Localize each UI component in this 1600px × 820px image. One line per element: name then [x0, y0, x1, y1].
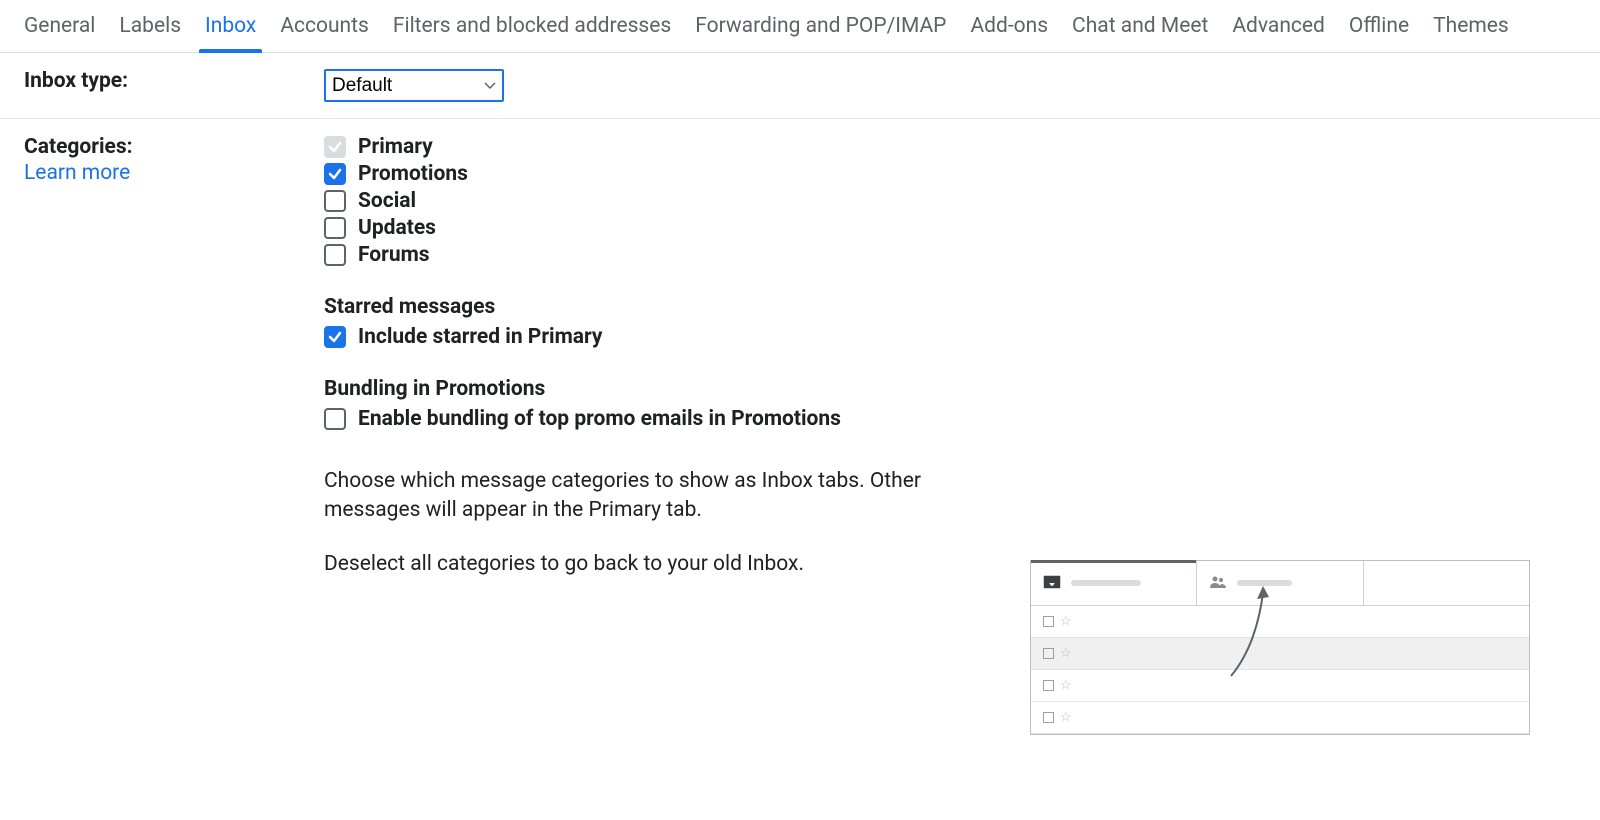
- category-label-updates: Updates: [358, 216, 436, 240]
- category-checkbox-promotions[interactable]: [324, 163, 346, 185]
- starred-messages-header: Starred messages: [324, 295, 1576, 319]
- bundling-label: Enable bundling of top promo emails in P…: [358, 407, 841, 431]
- categories-section: Categories: Learn more Primary Promotions…: [0, 119, 1600, 619]
- bundling-checkbox[interactable]: [324, 408, 346, 430]
- tab-chat-meet[interactable]: Chat and Meet: [1072, 0, 1208, 52]
- inbox-type-section: Inbox type: DefaultImportant firstUnread…: [0, 53, 1600, 119]
- people-icon: [1209, 571, 1227, 595]
- include-starred-checkbox[interactable]: [324, 326, 346, 348]
- settings-tabs: General Labels Inbox Accounts Filters an…: [0, 0, 1600, 53]
- tab-forwarding[interactable]: Forwarding and POP/IMAP: [695, 0, 946, 52]
- category-checkbox-social[interactable]: [324, 190, 346, 212]
- bundling-checkbox-row: Enable bundling of top promo emails in P…: [324, 407, 1576, 431]
- tab-inbox[interactable]: Inbox: [205, 0, 256, 52]
- tab-addons[interactable]: Add-ons: [970, 0, 1048, 52]
- category-checkbox-updates[interactable]: [324, 217, 346, 239]
- category-row-forums: Forums: [324, 243, 1576, 267]
- description-text-1: Choose which message categories to show …: [324, 467, 944, 526]
- category-row-promotions: Promotions: [324, 162, 1576, 186]
- category-row-social: Social: [324, 189, 1576, 213]
- category-checkbox-primary: [324, 136, 346, 158]
- category-label-primary: Primary: [358, 135, 433, 159]
- tab-general[interactable]: General: [24, 0, 95, 52]
- tab-themes[interactable]: Themes: [1433, 0, 1509, 52]
- inbox-type-select[interactable]: DefaultImportant firstUnread firstStarre…: [324, 69, 504, 102]
- category-checkbox-forums[interactable]: [324, 244, 346, 266]
- category-row-updates: Updates: [324, 216, 1576, 240]
- tab-labels[interactable]: Labels: [119, 0, 181, 52]
- category-label-social: Social: [358, 189, 416, 213]
- category-label-promotions: Promotions: [358, 162, 468, 186]
- inbox-icon: [1043, 571, 1061, 595]
- category-label-forums: Forums: [358, 243, 430, 267]
- tab-advanced[interactable]: Advanced: [1232, 0, 1325, 52]
- learn-more-link[interactable]: Learn more: [24, 161, 324, 185]
- starred-checkbox-row: Include starred in Primary: [324, 325, 1576, 349]
- include-starred-label: Include starred in Primary: [358, 325, 602, 349]
- category-row-primary: Primary: [324, 135, 1576, 159]
- bundling-header: Bundling in Promotions: [324, 377, 1576, 401]
- tab-accounts[interactable]: Accounts: [280, 0, 369, 52]
- tab-filters[interactable]: Filters and blocked addresses: [393, 0, 671, 52]
- categories-label: Categories:: [24, 135, 324, 159]
- description-text-2: Deselect all categories to go back to yo…: [324, 550, 944, 579]
- inbox-tabs-illustration: ☆ ☆ ☆ ☆: [1030, 560, 1530, 735]
- categories-description: Choose which message categories to show …: [324, 467, 944, 579]
- inbox-type-label: Inbox type:: [24, 69, 324, 93]
- tab-offline[interactable]: Offline: [1349, 0, 1409, 52]
